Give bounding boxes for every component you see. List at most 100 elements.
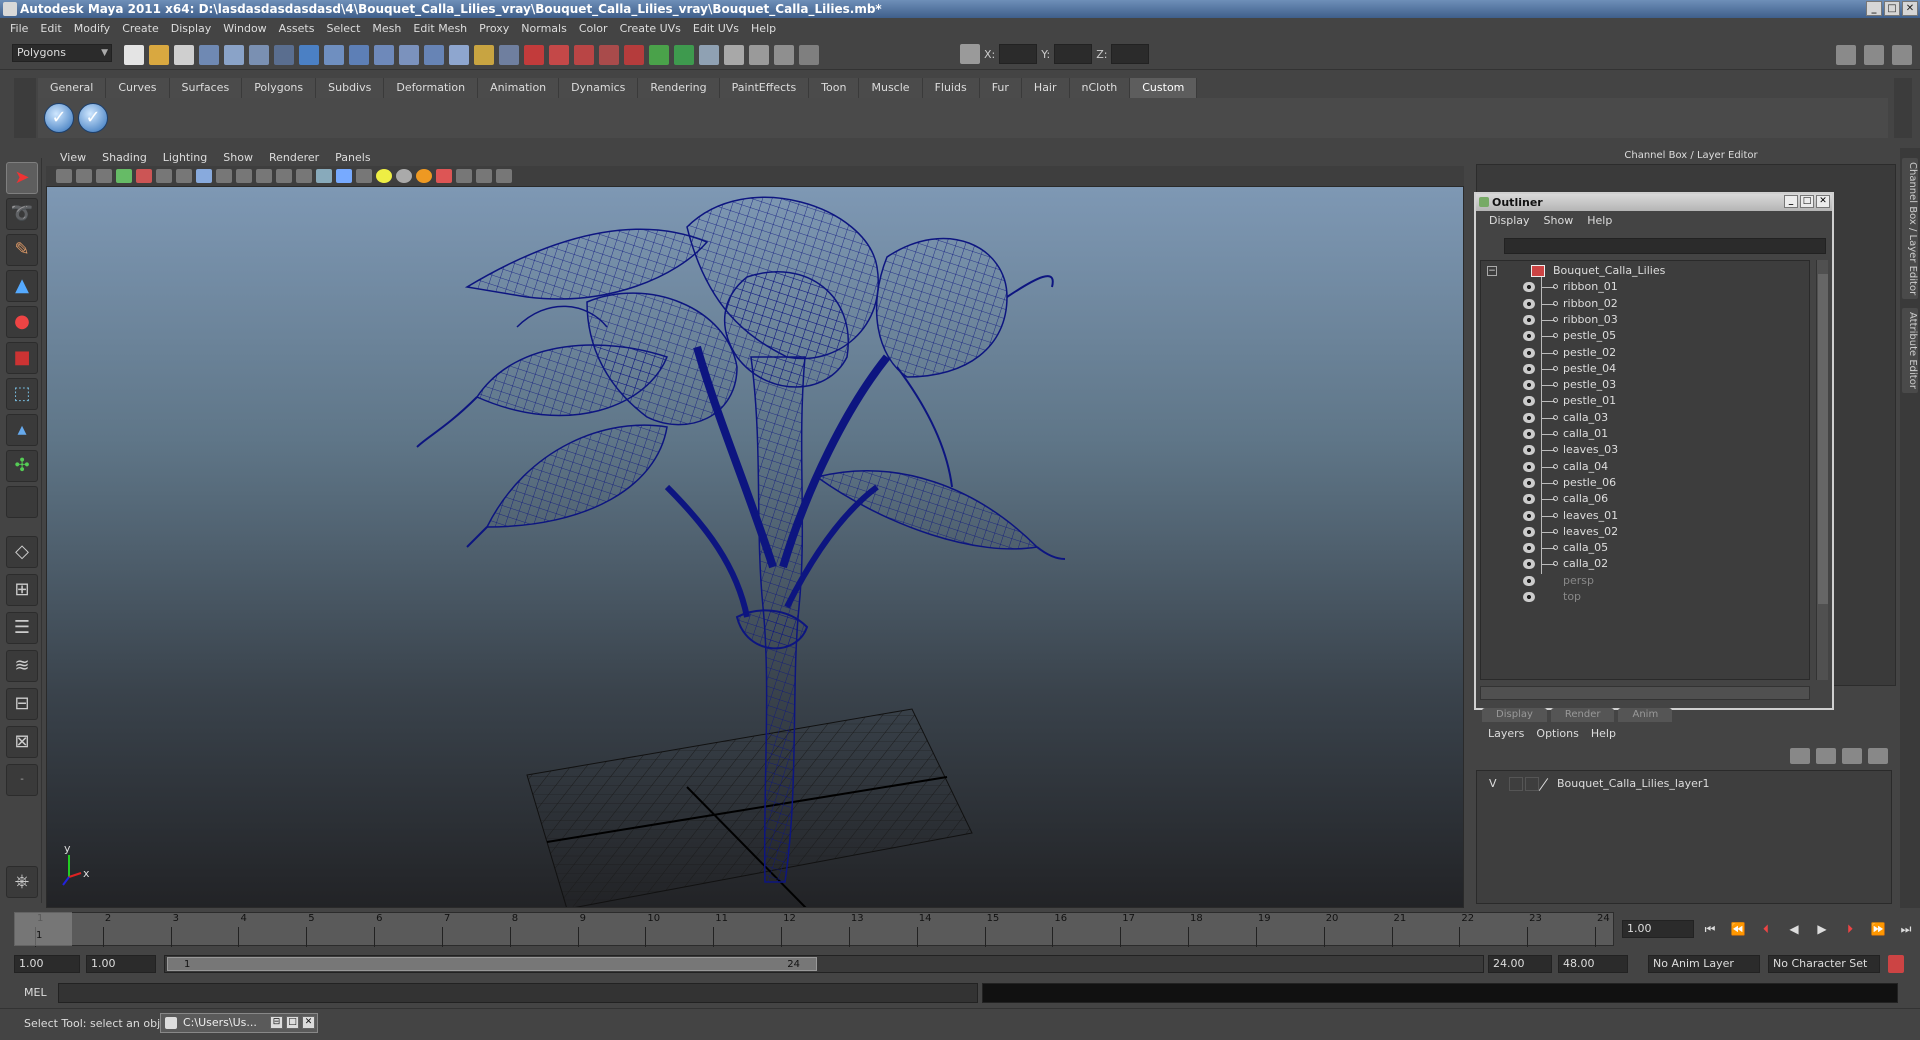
layer-menu-options[interactable]: Options bbox=[1530, 727, 1584, 740]
menu-create[interactable]: Create bbox=[116, 22, 165, 35]
ipr-render-icon[interactable] bbox=[774, 45, 794, 65]
layer-tab-display[interactable]: Display bbox=[1482, 708, 1547, 722]
collapse-icon[interactable]: − bbox=[1487, 266, 1497, 276]
viewport-menu-lighting[interactable]: Lighting bbox=[155, 151, 215, 164]
select-curves-icon[interactable] bbox=[324, 45, 344, 65]
outliner-titlebar[interactable]: Outliner _ □ ✕ bbox=[1476, 194, 1832, 211]
create-empty-layer-icon[interactable] bbox=[1842, 748, 1862, 764]
tab-channel-box[interactable]: Channel Box / Layer Editor bbox=[1902, 158, 1918, 300]
attribute-editor-toggle-icon[interactable] bbox=[1836, 45, 1856, 65]
step-back-frame-icon[interactable]: ⏴ bbox=[1756, 920, 1776, 938]
high-quality-icon[interactable] bbox=[416, 169, 432, 183]
persp-graph-layout[interactable]: ≋ bbox=[6, 650, 38, 682]
outliner-menu-show[interactable]: Show bbox=[1537, 214, 1581, 227]
viewport-menu-panels[interactable]: Panels bbox=[327, 151, 378, 164]
outliner-maximize-button[interactable]: □ bbox=[1800, 195, 1814, 208]
use-default-light-icon[interactable] bbox=[376, 169, 392, 183]
layer-visibility-toggle[interactable]: V bbox=[1489, 775, 1497, 793]
last-tool-slot[interactable] bbox=[6, 486, 38, 518]
select-dynamics-icon[interactable] bbox=[399, 45, 419, 65]
tab-hair[interactable]: Hair bbox=[1021, 78, 1070, 98]
persp-outliner-layout[interactable]: ☰ bbox=[6, 612, 38, 644]
snap-together-tool[interactable]: ⎈ bbox=[6, 866, 38, 898]
bookmarks-icon[interactable] bbox=[96, 169, 112, 183]
render-current-icon[interactable] bbox=[749, 45, 769, 65]
perspective-viewport[interactable]: y x bbox=[46, 186, 1464, 908]
shadows-icon[interactable] bbox=[396, 169, 412, 183]
minimize-button[interactable]: _ bbox=[1866, 1, 1882, 16]
menu-mesh[interactable]: Mesh bbox=[366, 22, 407, 35]
playback-end-field[interactable]: 24.00 bbox=[1488, 955, 1552, 973]
layer-menu-layers[interactable]: Layers bbox=[1482, 727, 1530, 740]
image-plane-icon[interactable] bbox=[116, 169, 132, 183]
snap-plane-icon[interactable] bbox=[599, 45, 619, 65]
menu-create-uvs[interactable]: Create UVs bbox=[614, 22, 687, 35]
layer-name[interactable]: Bouquet_Calla_Lilies_layer1 bbox=[1557, 775, 1709, 793]
tab-rendering[interactable]: Rendering bbox=[638, 78, 720, 98]
select-misc-icon[interactable] bbox=[449, 45, 469, 65]
tab-ncloth[interactable]: nCloth bbox=[1069, 78, 1131, 98]
command-input[interactable] bbox=[58, 983, 978, 1003]
single-perspective-layout[interactable]: ◇ bbox=[6, 536, 38, 568]
create-layer-from-selected-icon[interactable] bbox=[1868, 748, 1888, 764]
layer-type-toggle[interactable] bbox=[1509, 777, 1523, 791]
viewport-menu-shading[interactable]: Shading bbox=[94, 151, 155, 164]
snap-curve-icon[interactable] bbox=[549, 45, 569, 65]
menu-help[interactable]: Help bbox=[745, 22, 782, 35]
render-view-icon[interactable] bbox=[724, 45, 744, 65]
outliner-menu-display[interactable]: Display bbox=[1482, 214, 1537, 227]
hypershade-layout[interactable]: ⊟ bbox=[6, 688, 38, 720]
play-backward-icon[interactable]: ◀ bbox=[1784, 920, 1804, 938]
four-view-layout[interactable]: ⊞ bbox=[6, 574, 38, 606]
viewport-menu-view[interactable]: View bbox=[52, 151, 94, 164]
move-layer-down-icon[interactable] bbox=[1816, 748, 1836, 764]
step-back-key-icon[interactable]: ⏪ bbox=[1728, 920, 1748, 938]
tab-muscle[interactable]: Muscle bbox=[859, 78, 923, 98]
render-settings-icon[interactable] bbox=[799, 45, 819, 65]
checkmark-icon[interactable]: ✓ bbox=[78, 103, 108, 133]
y-field[interactable] bbox=[1054, 44, 1093, 64]
layer-color-swatch[interactable] bbox=[1525, 777, 1539, 791]
xray-components-icon[interactable] bbox=[496, 169, 512, 183]
menu-modify[interactable]: Modify bbox=[68, 22, 116, 35]
layer-tab-anim[interactable]: Anim bbox=[1618, 708, 1673, 722]
character-set-selector[interactable]: No Character Set bbox=[1768, 955, 1880, 973]
go-to-start-icon[interactable]: ⏮ bbox=[1700, 920, 1720, 938]
select-joints-icon[interactable] bbox=[299, 45, 319, 65]
paint-select-tool[interactable]: ✎ bbox=[6, 234, 38, 266]
move-layer-up-icon[interactable] bbox=[1790, 748, 1810, 764]
select-rendering-icon[interactable] bbox=[424, 45, 444, 65]
x-field[interactable] bbox=[999, 44, 1038, 64]
new-scene-icon[interactable] bbox=[124, 45, 144, 65]
absolute-transform-icon[interactable] bbox=[960, 44, 980, 64]
maximize-button[interactable]: □ bbox=[1884, 1, 1900, 16]
rotate-tool[interactable]: ● bbox=[6, 306, 38, 338]
select-hierarchy-icon[interactable] bbox=[199, 45, 219, 65]
toolbox-expand[interactable]: - bbox=[6, 764, 38, 796]
input-ops-icon[interactable] bbox=[649, 45, 669, 65]
playback-start-field[interactable]: 1.00 bbox=[86, 955, 156, 973]
tab-attribute-editor[interactable]: Attribute Editor bbox=[1902, 308, 1918, 393]
menu-proxy[interactable]: Proxy bbox=[473, 22, 515, 35]
menu-window[interactable]: Window bbox=[217, 22, 272, 35]
select-object-icon[interactable] bbox=[224, 45, 244, 65]
layer-row[interactable]: V Bouquet_Calla_Lilies_layer1 bbox=[1485, 775, 1875, 793]
outliner-vertical-scrollbar[interactable] bbox=[1816, 260, 1828, 680]
menu-edit[interactable]: Edit bbox=[34, 22, 67, 35]
play-forward-icon[interactable]: ▶ bbox=[1812, 920, 1832, 938]
menu-color[interactable]: Color bbox=[573, 22, 614, 35]
show-manipulator-tool[interactable]: ✣ bbox=[6, 450, 38, 482]
safe-action-icon[interactable] bbox=[256, 169, 272, 183]
time-slider[interactable]: 123456789101112131415161718192021222324 bbox=[14, 912, 1614, 947]
menu-edit-mesh[interactable]: Edit Mesh bbox=[407, 22, 473, 35]
tab-deformation[interactable]: Deformation bbox=[384, 78, 479, 98]
universal-manipulator-tool[interactable]: ⬚ bbox=[6, 378, 38, 410]
isolate-select-icon[interactable] bbox=[436, 169, 452, 183]
anim-layer-selector[interactable]: No Anim Layer bbox=[1648, 955, 1760, 973]
step-forward-key-icon[interactable]: ⏩ bbox=[1868, 920, 1888, 938]
highlight-selection-icon[interactable] bbox=[499, 45, 519, 65]
checkmark-icon[interactable]: ✓ bbox=[44, 103, 74, 133]
outliner-camera-top[interactable]: top bbox=[1481, 587, 1809, 607]
lock-selection-icon[interactable] bbox=[474, 45, 494, 65]
outliner-scroll-thumb[interactable] bbox=[1818, 274, 1828, 604]
